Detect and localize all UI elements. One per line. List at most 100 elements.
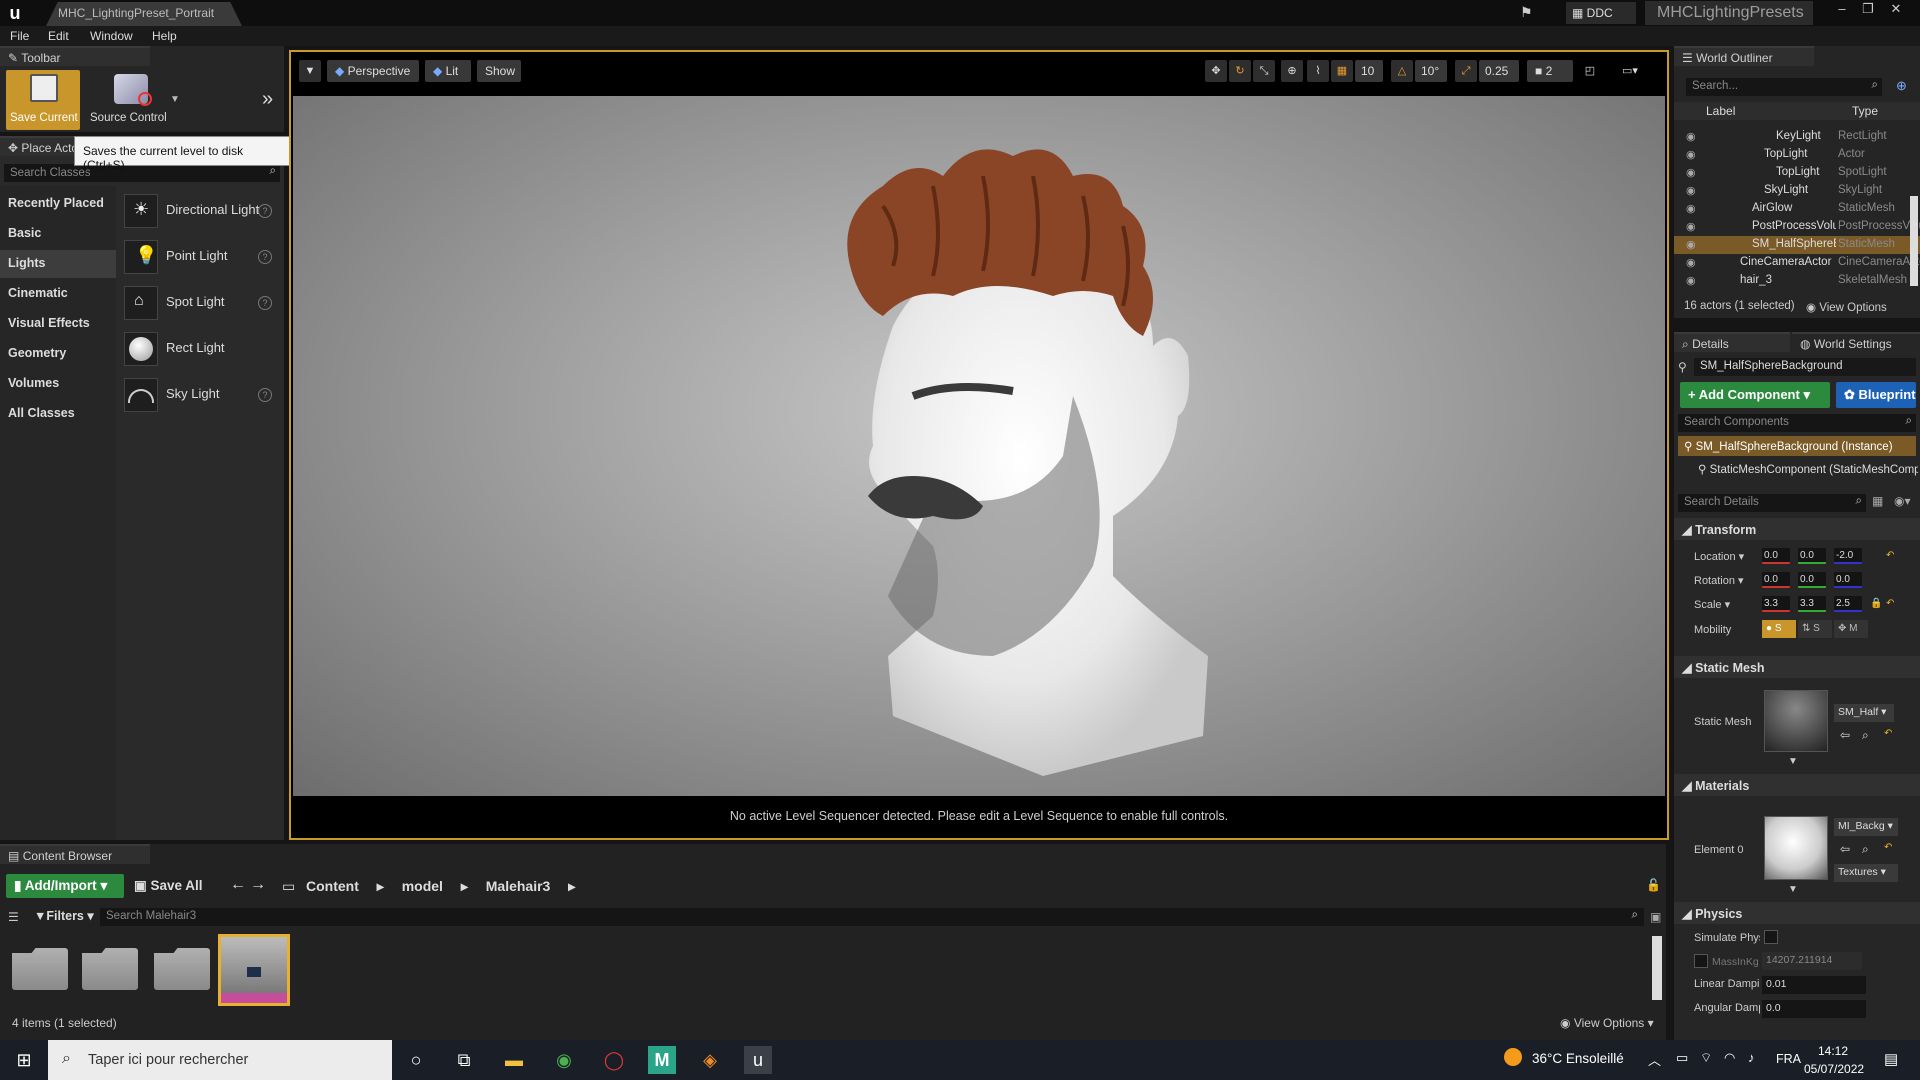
translate-icon[interactable]: ✥ — [1205, 60, 1227, 82]
outliner-row[interactable]: ◉ TopLight Actor — [1674, 146, 1920, 164]
taskbar-search-box[interactable]: ⌕ Taper ici pour rechercher — [48, 1040, 392, 1080]
rotation-y[interactable]: 0.0 — [1798, 572, 1826, 588]
rotation-snap-value[interactable]: 10° — [1415, 60, 1447, 82]
place-spot-light[interactable]: ⌂ Spot Light ? — [122, 282, 278, 326]
reset-scale-icon[interactable]: ↶ — [1886, 598, 1894, 609]
cortana-icon[interactable]: ○ — [402, 1046, 430, 1074]
breadcrumb-model[interactable]: model — [402, 878, 443, 894]
search-details-input[interactable]: Search Details ⌕ — [1678, 494, 1866, 512]
menu-window[interactable]: Window — [90, 29, 133, 43]
windows-start-icon[interactable]: ⊞ — [10, 1046, 38, 1074]
visibility-eye-icon[interactable]: ◉ — [1686, 130, 1700, 143]
task-view-icon[interactable]: ⧉ — [450, 1046, 478, 1074]
scale-z[interactable]: 2.5 — [1834, 596, 1862, 612]
outliner-row[interactable]: ◉ PostProcessVolumePostProcessVolume — [1674, 218, 1920, 236]
grid-snap-icon[interactable]: ▦ — [1331, 60, 1353, 82]
volume-icon[interactable]: ♪ — [1748, 1050, 1755, 1065]
unreal-engine-icon[interactable]: u — [744, 1046, 772, 1074]
linear-damping-field[interactable]: 0.01 — [1762, 976, 1866, 994]
level-viewport[interactable]: ▼ ◆ Perspective ◆ Lit Show ✥ ↻ ⤡ ⊕ ⌇ ▦ 1… — [289, 50, 1669, 840]
content-view-options[interactable]: ◉ View Options ▾ — [1560, 1016, 1654, 1030]
menu-edit[interactable]: Edit — [48, 29, 69, 43]
scale-x[interactable]: 3.3 — [1762, 596, 1790, 612]
filters-button[interactable]: ▼Filters ▾ — [34, 908, 94, 928]
browse-icon[interactable]: ⌕ — [1862, 842, 1869, 857]
add-filter-icon[interactable]: ⊕ — [1896, 78, 1907, 94]
static-mesh-thumbnail[interactable] — [1764, 690, 1828, 752]
save-all-button[interactable]: ▣ Save All — [132, 874, 212, 898]
category-cinematic[interactable]: Cinematic — [0, 280, 116, 308]
blueprint-button[interactable]: ✿ Blueprint — [1836, 382, 1916, 408]
category-geometry[interactable]: Geometry — [0, 340, 116, 368]
world-settings-tab[interactable]: ◍ World Settings — [1792, 332, 1920, 352]
visibility-eye-icon[interactable]: ◉ — [1686, 238, 1700, 251]
category-visual-effects[interactable]: Visual Effects — [0, 310, 116, 338]
opera-icon[interactable]: ◯ — [600, 1046, 628, 1074]
outliner-row[interactable]: ◉ AirGlow StaticMesh — [1674, 200, 1920, 218]
transform-section[interactable]: ◢ Transform — [1674, 518, 1920, 540]
scale-icon[interactable]: ⤡ — [1253, 60, 1275, 82]
forward-arrow-icon[interactable]: → — [250, 876, 266, 894]
location-z[interactable]: -2.0 — [1834, 548, 1862, 564]
save-search-icon[interactable]: ▣ — [1650, 910, 1661, 924]
visibility-eye-icon[interactable]: ◉ — [1686, 184, 1700, 197]
source-control-dropdown-icon[interactable]: ▼ — [170, 94, 180, 105]
clock-date[interactable]: 05/07/2022 — [1804, 1062, 1864, 1076]
location-label[interactable]: Location ▾ — [1694, 550, 1744, 563]
scale-label[interactable]: Scale ▾ — [1694, 598, 1730, 611]
world-local-icon[interactable]: ⊕ — [1281, 60, 1303, 82]
outliner-row[interactable]: ◉ CineCameraActor CineCameraActor — [1674, 254, 1920, 272]
show-button[interactable]: Show — [477, 60, 521, 82]
content-search-input[interactable]: Search Malehair3 ⌕ — [100, 908, 1644, 926]
folder-icon[interactable] — [12, 948, 68, 990]
material-dropdown[interactable]: MI_Backg ▾ — [1834, 818, 1898, 836]
property-matrix-icon[interactable]: ▦ — [1872, 494, 1883, 508]
place-sky-light[interactable]: Sky Light ? — [122, 374, 278, 418]
mobility-stationary-button[interactable]: ⇅ S — [1798, 620, 1832, 638]
mobility-static-button[interactable]: ● S — [1762, 620, 1796, 638]
minimize-icon[interactable]: – — [1830, 0, 1854, 20]
file-explorer-icon[interactable]: ▬ — [500, 1046, 528, 1074]
maximize-icon[interactable]: ❐ — [1856, 0, 1880, 20]
location-y[interactable]: 0.0 — [1798, 548, 1826, 564]
mobility-movable-button[interactable]: ✥ M — [1834, 620, 1868, 638]
category-volumes[interactable]: Volumes — [0, 370, 116, 398]
visibility-eye-icon[interactable]: ◉ — [1686, 148, 1700, 161]
visibility-eye-icon[interactable]: ◉ — [1686, 274, 1700, 287]
search-components-input[interactable]: Search Components ⌕ — [1678, 414, 1916, 432]
rotation-x[interactable]: 0.0 — [1762, 572, 1790, 588]
outliner-row[interactable]: ◉ SM_HalfSphereBackgroundStaticMesh — [1674, 236, 1920, 254]
category-basic[interactable]: Basic — [0, 220, 116, 248]
world-outliner-tab[interactable]: ☰ World Outliner — [1674, 46, 1814, 66]
category-lights[interactable]: Lights — [0, 250, 116, 278]
static-mesh-component-row[interactable]: ⚲ StaticMeshComponent (StaticMeshCompone… — [1698, 462, 1918, 480]
reset-mesh-icon[interactable]: ↶ — [1884, 728, 1892, 739]
viewport-layout-icon[interactable]: ▭▾ — [1607, 60, 1653, 82]
outliner-scrollbar[interactable] — [1910, 196, 1918, 286]
outliner-row[interactable]: ◉ hair_3 SkeletalMesh — [1674, 272, 1920, 290]
rotate-icon[interactable]: ↻ — [1229, 60, 1251, 82]
lock-icon[interactable]: 🔓 — [1646, 878, 1661, 892]
source-control-status-icon[interactable]: ⚑ — [1520, 4, 1533, 21]
visibility-eye-icon[interactable]: ◉ — [1686, 166, 1700, 179]
sources-panel-icon[interactable]: ☰ — [8, 910, 19, 924]
simulate-physics-checkbox[interactable] — [1764, 930, 1778, 944]
breadcrumb-content[interactable]: Content — [306, 878, 359, 894]
weather-sun-icon[interactable] — [1504, 1048, 1522, 1066]
use-selected-icon[interactable]: ⇦ — [1840, 842, 1850, 856]
mass-override-checkbox[interactable] — [1694, 954, 1708, 968]
outliner-row[interactable]: ◉ SkyLight SkyLight — [1674, 182, 1920, 200]
category-all-classes[interactable]: All Classes — [0, 400, 116, 428]
blender-icon[interactable]: ◈ — [696, 1046, 724, 1074]
scale-snap-icon[interactable]: ⤢ — [1455, 60, 1477, 82]
angular-damping-field[interactable]: 0.0 — [1762, 1000, 1866, 1018]
physics-section[interactable]: ◢ Physics — [1674, 902, 1920, 924]
clock-time[interactable]: 14:12 — [1818, 1044, 1848, 1058]
wifi-icon[interactable]: ◠ — [1724, 1050, 1735, 1066]
chrome-icon[interactable]: ◉ — [550, 1046, 578, 1074]
place-directional-light[interactable]: ☀ Directional Light ? — [122, 190, 278, 234]
tray-device-icon[interactable]: ▭ — [1676, 1050, 1688, 1066]
close-icon[interactable]: ✕ — [1884, 0, 1908, 20]
location-x[interactable]: 0.0 — [1762, 548, 1790, 564]
metahuman-app-icon[interactable]: M — [648, 1046, 676, 1074]
